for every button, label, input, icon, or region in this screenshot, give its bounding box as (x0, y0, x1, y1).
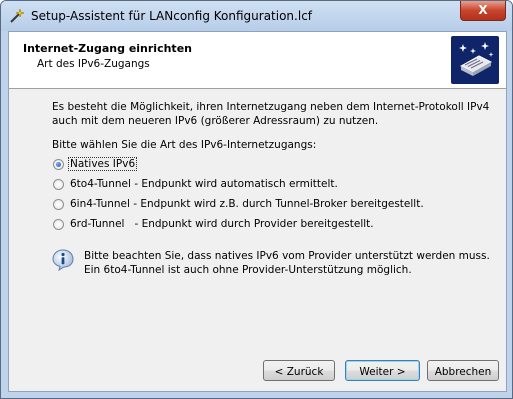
radio-label: 6rd-Tunnel - Endpunkt wird durch Provide… (70, 218, 374, 230)
intro-text-line1: Es besteht die Möglichkeit, ihren Intern… (52, 101, 490, 113)
selection-prompt: Bitte wählen Sie die Art des IPv6-Intern… (52, 139, 317, 151)
page-title: Internet-Zugang einrichten (23, 42, 192, 55)
radio-button[interactable] (53, 158, 64, 170)
radio-button[interactable] (53, 178, 64, 190)
page-subtitle: Art des IPv6-Zugangs (37, 58, 150, 70)
radio-option-6in4[interactable]: 6in4-Tunnel - Endpunkt wird z.B. durch T… (53, 196, 425, 212)
info-text-line2: Ein 6to4-Tunnel ist auch ohne Provider-U… (84, 264, 412, 276)
radio-option-6to4[interactable]: 6to4-Tunnel - Endpunkt wird automatisch … (53, 176, 339, 192)
setup-wizard-window: Setup-Assistent für LANconfig Konfigurat… (0, 0, 513, 399)
radio-button[interactable] (53, 198, 64, 210)
wizard-header: Internet-Zugang einrichten Art des IPv6-… (9, 32, 506, 89)
title-bar[interactable]: Setup-Assistent für LANconfig Konfigurat… (1, 1, 512, 31)
close-button[interactable]: X (460, 1, 506, 21)
radio-label: 6in4-Tunnel - Endpunkt wird z.B. durch T… (70, 198, 424, 210)
radio-label: Natives IPv6 (67, 157, 138, 171)
radio-label: 6to4-Tunnel - Endpunkt wird automatisch … (70, 178, 338, 190)
radio-option-6rd[interactable]: 6rd-Tunnel - Endpunkt wird durch Provide… (53, 216, 375, 232)
cancel-button[interactable]: Abbrechen (427, 360, 499, 381)
info-text-line1: Bitte beachten Sie, dass natives IPv6 vo… (84, 250, 490, 262)
wizard-wand-icon (10, 8, 25, 23)
intro-text-line2: auch mit dem neueren IPv6 (größerer Adre… (52, 115, 379, 127)
info-icon (52, 249, 74, 271)
next-button[interactable]: Weiter > (345, 360, 420, 381)
radio-button[interactable] (53, 218, 64, 230)
wizard-client-area: Internet-Zugang einrichten Art des IPv6-… (8, 31, 507, 392)
network-device-icon (451, 36, 499, 84)
radio-option-native-ipv6[interactable]: Natives IPv6 (53, 156, 138, 172)
back-button[interactable]: < Zurück (263, 360, 335, 381)
window-title: Setup-Assistent für LANconfig Konfigurat… (31, 9, 313, 23)
